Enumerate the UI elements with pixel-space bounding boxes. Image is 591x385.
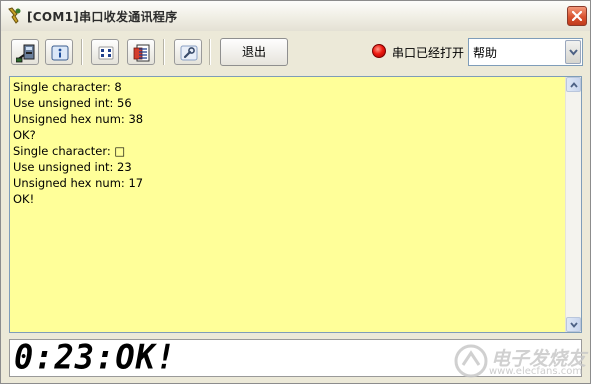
lcd-text: 0:23:OK!	[14, 337, 177, 377]
dip-switch-icon	[98, 46, 114, 60]
document-icon	[133, 44, 150, 62]
output-line: Single character: □	[13, 144, 126, 158]
output-line: Use unsigned int: 23	[13, 160, 132, 174]
chevron-up-icon	[570, 82, 578, 88]
toolbar-separator	[163, 39, 165, 65]
close-x-icon	[572, 11, 582, 21]
window-title: [COM1]串口收发通讯程序	[27, 10, 178, 24]
status-led-icon	[372, 44, 386, 58]
output-line: Single character: 8	[13, 80, 122, 94]
status-text: 串口已经打开	[392, 46, 465, 60]
wrench-icon	[180, 45, 198, 61]
output-line: Unsigned hex num: 38	[13, 112, 144, 126]
output-textarea[interactable]: Single character: 8 Use unsigned int: 56…	[9, 76, 582, 333]
watermark: 电子发烧友 www.elecfans.com	[451, 339, 591, 385]
dropdown-button[interactable]	[565, 40, 581, 64]
title-bar[interactable]: [COM1]串口收发通讯程序	[1, 1, 590, 31]
close-button[interactable]	[567, 6, 587, 26]
output-line: OK!	[13, 192, 35, 206]
info-icon	[51, 45, 69, 61]
exit-button[interactable]: 退出	[220, 38, 288, 66]
tools-button[interactable]	[174, 39, 202, 65]
serial-port-icon	[16, 44, 35, 63]
output-lines: Single character: 8 Use unsigned int: 56…	[13, 79, 143, 207]
chevron-down-icon	[569, 49, 578, 56]
chevron-down-icon	[570, 322, 578, 328]
output-line: OK?	[13, 128, 36, 142]
info-button[interactable]	[45, 39, 73, 65]
output-line: Use unsigned int: 56	[13, 96, 132, 110]
scroll-up-button[interactable]	[566, 77, 581, 92]
toolbar-separator	[209, 39, 211, 65]
vertical-scrollbar[interactable]	[565, 77, 581, 332]
document-button[interactable]	[127, 39, 155, 65]
app-window: [COM1]串口收发通讯程序 退出 串口已经打开 帮助 Single chara…	[0, 0, 591, 384]
help-select-value: 帮助	[473, 46, 498, 60]
output-line: Unsigned hex num: 17	[13, 176, 144, 190]
toolbar-separator	[81, 39, 83, 65]
settings-button[interactable]	[91, 39, 119, 65]
watermark-url: www.elecfans.com	[489, 366, 583, 377]
app-icon	[8, 7, 21, 24]
scroll-down-button[interactable]	[566, 317, 581, 332]
connect-button[interactable]	[11, 39, 39, 65]
help-select[interactable]: 帮助	[468, 38, 583, 66]
watermark-logo-icon	[454, 344, 488, 378]
